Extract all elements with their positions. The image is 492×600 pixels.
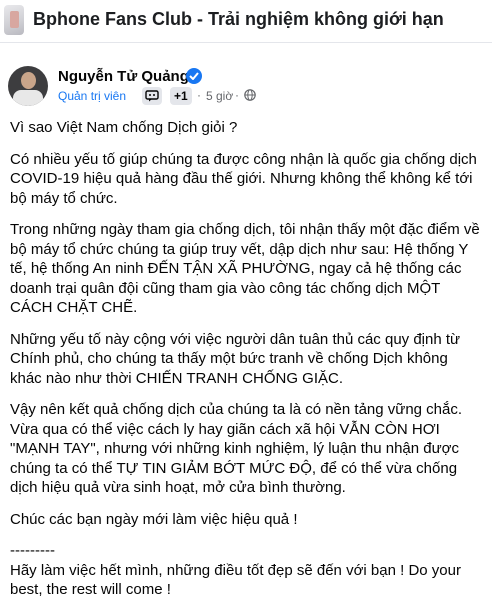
extra-badges-count[interactable]: +1 [170, 87, 192, 105]
post-paragraph: Vậy nên kết quả chống dịch của chúng ta … [10, 401, 463, 496]
author-avatar[interactable] [8, 66, 48, 106]
phone-image [10, 11, 19, 28]
verified-badge-icon [186, 68, 202, 84]
post-closing: Hãy làm việc hết mình, những điều tốt đẹ… [10, 561, 461, 599]
separator-dot: · [235, 88, 239, 102]
admin-role-label[interactable]: Quản trị viên [58, 89, 126, 107]
chat-badge-icon[interactable] [142, 87, 162, 105]
post-header: Nguyễn Tử Quảng Quản trị viên +1 · 5 giờ… [0, 58, 492, 114]
separator-dot: · [197, 88, 201, 102]
post-body: Vì sao Việt Nam chống Dịch giỏi ? Có nhi… [10, 118, 482, 600]
post-divider: --------- [10, 542, 55, 559]
post-paragraph: Có nhiều yếu tố giúp chúng ta được công … [10, 150, 477, 207]
group-header: Bphone Fans Club - Trải nghiệm không giớ… [0, 0, 492, 43]
author-name[interactable]: Nguyễn Tử Quảng [58, 68, 189, 85]
post-paragraph: Trong những ngày tham gia chống dịch, tô… [10, 221, 480, 316]
avatar-shirt [13, 90, 43, 106]
post-paragraph: Chúc các bạn ngày mới làm việc hiệu quả … [10, 510, 298, 528]
group-cover-thumbnail[interactable] [4, 5, 24, 35]
post-timestamp[interactable]: 5 giờ [206, 89, 233, 103]
post-paragraph: Vì sao Việt Nam chống Dịch giỏi ? [10, 119, 238, 136]
post-paragraph: Những yếu tố này cộng với việc người dân… [10, 330, 461, 387]
avatar-head [21, 72, 36, 89]
globe-icon [244, 89, 256, 101]
group-title[interactable]: Bphone Fans Club - Trải nghiệm không giớ… [33, 9, 444, 30]
